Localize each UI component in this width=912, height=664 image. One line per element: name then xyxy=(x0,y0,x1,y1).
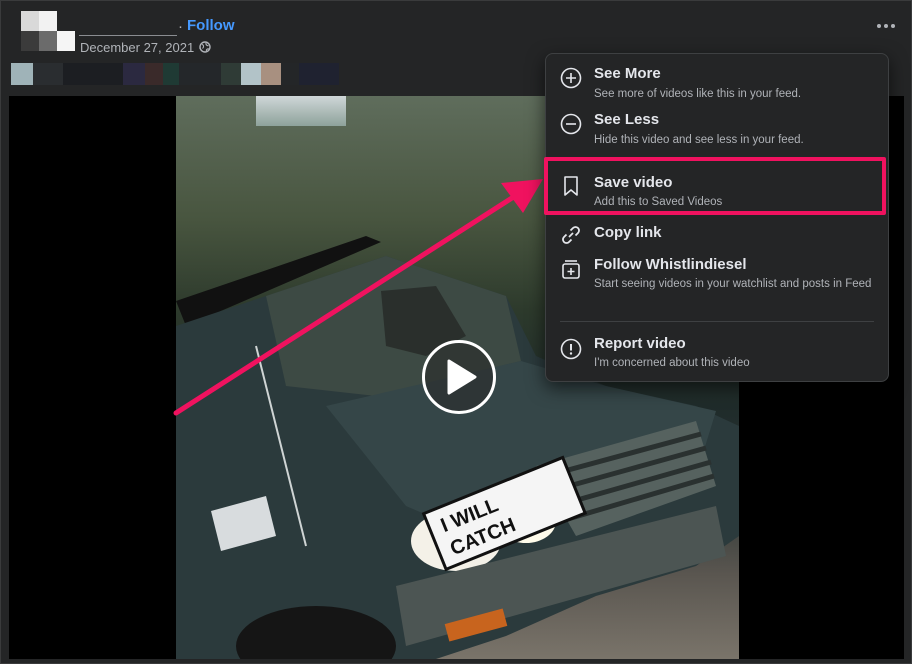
menu-divider xyxy=(560,321,874,322)
minus-circle-icon xyxy=(560,113,582,135)
more-dot-icon xyxy=(884,24,888,28)
globe-icon xyxy=(199,41,211,53)
date-text: December 27, 2021 xyxy=(80,40,195,55)
post-caption xyxy=(11,63,339,85)
menu-item-subtitle: Add this to Saved Videos xyxy=(594,196,723,208)
menu-item-title: See More xyxy=(594,65,661,82)
annotation-arrow xyxy=(173,179,543,416)
menu-item-title: See Less xyxy=(594,111,660,128)
menu-item-subtitle: I'm concerned about this video xyxy=(594,357,750,369)
add-video-icon xyxy=(562,260,580,279)
menu-item-report-video[interactable]: Report video I'm concerned about this vi… xyxy=(546,334,890,376)
menu-item-title: Copy link xyxy=(594,224,662,241)
sky xyxy=(256,96,346,126)
post-card: · Follow December 27, 2021 · I WILL CATC… xyxy=(0,0,912,664)
menu-item-see-less[interactable]: See Less Hide this video and see less in… xyxy=(546,110,890,156)
more-options-button[interactable] xyxy=(871,15,901,37)
plus-circle-icon xyxy=(560,67,582,89)
menu-item-subtitle: Start seeing videos in your watchlist an… xyxy=(594,278,872,290)
menu-item-subtitle: Hide this video and see less in your fee… xyxy=(594,134,804,146)
alert-circle-icon xyxy=(560,338,582,360)
more-dot-icon xyxy=(877,24,881,28)
menu-item-title: Save video xyxy=(594,174,673,191)
menu-item-see-more[interactable]: See More See more of videos like this in… xyxy=(546,64,890,110)
more-dot-icon xyxy=(891,24,895,28)
avatar[interactable] xyxy=(21,11,75,55)
link-icon xyxy=(562,226,580,244)
menu-item-title: Follow Whistlindiesel xyxy=(594,256,747,273)
menu-item-save-video[interactable]: Save video Add this to Saved Videos xyxy=(546,166,890,216)
author-name[interactable] xyxy=(79,35,177,36)
bookmark-icon xyxy=(564,176,578,196)
video-options-menu: See More See more of videos like this in… xyxy=(545,53,889,382)
menu-item-follow-page[interactable]: Follow Whistlindiesel Start seeing video… xyxy=(546,254,890,314)
follow-button[interactable]: Follow xyxy=(187,17,235,34)
post-date[interactable]: December 27, 2021 · xyxy=(80,40,202,55)
menu-item-subtitle: See more of videos like this in your fee… xyxy=(594,88,802,100)
menu-item-title: Report video xyxy=(594,335,686,352)
menu-item-copy-link[interactable]: Copy link xyxy=(546,222,890,250)
name-separator: · xyxy=(178,18,183,35)
